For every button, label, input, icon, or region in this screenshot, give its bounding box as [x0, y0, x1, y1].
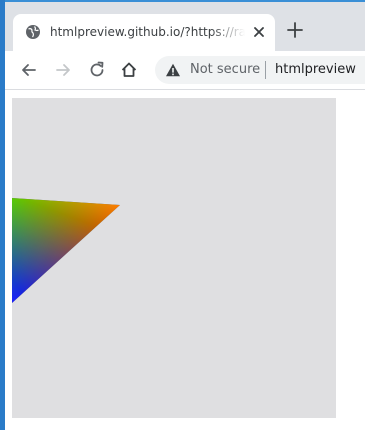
url-text[interactable]: htmlpreview	[275, 62, 356, 78]
plus-icon	[287, 22, 303, 38]
tab-strip: htmlpreview.github.io/?https://raw.githu…	[5, 2, 365, 51]
security-status-label[interactable]: Not secure	[190, 62, 260, 78]
close-icon[interactable]	[251, 24, 267, 40]
new-tab-button[interactable]	[284, 19, 306, 41]
reload-icon	[90, 61, 104, 77]
address-bar[interactable]: Not secure htmlpreview	[155, 56, 365, 84]
home-button[interactable]	[119, 60, 139, 80]
browser-toolbar: Not secure htmlpreview	[5, 51, 365, 90]
omnibox-divider	[265, 61, 266, 79]
arrow-left-icon	[22, 64, 36, 76]
gradient-triangle	[12, 198, 120, 303]
browser-tab[interactable]: htmlpreview.github.io/?https://raw.githu…	[13, 14, 275, 51]
render-canvas	[12, 98, 336, 418]
warning-triangle-icon[interactable]	[165, 62, 181, 78]
arrow-right-icon	[56, 64, 70, 76]
globe-icon	[25, 24, 41, 40]
home-icon	[121, 62, 137, 77]
tab-title: htmlpreview.github.io/?https://raw.githu…	[50, 25, 245, 39]
forward-button[interactable]	[53, 60, 73, 80]
reload-button[interactable]	[87, 60, 107, 80]
browser-window: htmlpreview.github.io/?https://raw.githu…	[5, 2, 365, 430]
back-button[interactable]	[19, 60, 39, 80]
page-viewport	[5, 90, 365, 430]
